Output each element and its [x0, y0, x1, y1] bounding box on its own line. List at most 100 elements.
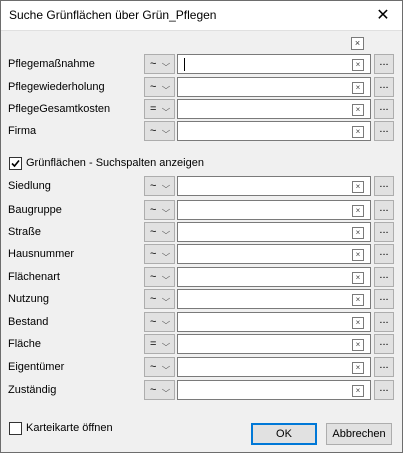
browse-button[interactable]: ...: [374, 200, 394, 220]
chevron-down-icon: ⌵: [161, 227, 171, 236]
value-input[interactable]: ×: [177, 121, 371, 141]
field-row-hausnummer: Hausnummer ~ ⌵ ×...: [1, 244, 402, 264]
value-input[interactable]: ×: [177, 267, 371, 287]
value-input[interactable]: ×: [177, 334, 371, 354]
field-row-eigentümer: Eigentümer ~ ⌵ ×...: [1, 357, 402, 377]
clear-field-icon[interactable]: ×: [352, 339, 364, 351]
operator-select[interactable]: ~ ⌵: [144, 77, 175, 97]
browse-button[interactable]: ...: [374, 334, 394, 354]
field-label: Bestand: [8, 316, 49, 328]
operator-select[interactable]: ~ ⌵: [144, 121, 175, 141]
value-input[interactable]: ×: [177, 99, 371, 119]
operator-select[interactable]: ~ ⌵: [144, 289, 175, 309]
browse-button[interactable]: ...: [374, 267, 394, 287]
operator-select[interactable]: ~ ⌵: [144, 357, 175, 377]
operator-value: ~: [150, 271, 157, 283]
ok-button[interactable]: OK: [251, 423, 317, 445]
browse-button[interactable]: ...: [374, 244, 394, 264]
text-caret: [184, 58, 185, 71]
browse-button[interactable]: ...: [374, 289, 394, 309]
chevron-down-icon: ⌵: [161, 294, 171, 303]
show-columns-label: Grünflächen - Suchspalten anzeigen: [26, 157, 204, 169]
field-label: Zuständig: [8, 384, 57, 396]
field-row-firma: Firma ~ ⌵ ×...: [1, 121, 402, 141]
field-label: Siedlung: [8, 180, 51, 192]
operator-value: =: [150, 338, 157, 350]
value-input[interactable]: ×: [177, 244, 371, 264]
clear-all-icon[interactable]: ×: [351, 37, 364, 50]
operator-select[interactable]: ~ ⌵: [144, 380, 175, 400]
value-input[interactable]: ×: [177, 222, 371, 242]
clear-field-icon[interactable]: ×: [352, 59, 364, 71]
clear-field-icon[interactable]: ×: [352, 205, 364, 217]
chevron-down-icon: ⌵: [161, 362, 171, 371]
operator-select[interactable]: ~ ⌵: [144, 267, 175, 287]
value-input[interactable]: ×: [177, 357, 371, 377]
browse-button[interactable]: ...: [374, 54, 394, 74]
clear-field-icon[interactable]: ×: [352, 249, 364, 261]
browse-button[interactable]: ...: [374, 380, 394, 400]
browse-button[interactable]: ...: [374, 312, 394, 332]
value-input[interactable]: ×: [177, 200, 371, 220]
operator-select[interactable]: ~ ⌵: [144, 200, 175, 220]
clear-field-icon[interactable]: ×: [352, 82, 364, 94]
operator-value: ~: [150, 204, 157, 216]
operator-value: ~: [150, 81, 157, 93]
field-label: PflegeGesamtkosten: [8, 103, 111, 115]
browse-button[interactable]: ...: [374, 357, 394, 377]
field-label: Flächenart: [8, 271, 60, 283]
operator-select[interactable]: ~ ⌵: [144, 54, 175, 74]
operator-value: ~: [150, 316, 157, 328]
field-label: Fläche: [8, 338, 42, 350]
value-input[interactable]: ×: [177, 289, 371, 309]
field-row-zuständig: Zuständig ~ ⌵ ×...: [1, 380, 402, 400]
clear-field-icon[interactable]: ×: [352, 385, 364, 397]
clear-field-icon[interactable]: ×: [352, 126, 364, 138]
dialog-body: × Pflegemaßnahme ~ ⌵ ×... Pflegewiederholung…: [1, 30, 402, 453]
cancel-button[interactable]: Abbrechen: [326, 423, 392, 445]
browse-button[interactable]: ...: [374, 77, 394, 97]
operator-value: ~: [150, 248, 157, 260]
browse-button[interactable]: ...: [374, 222, 394, 242]
value-input[interactable]: ×: [177, 54, 371, 74]
operator-value: =: [150, 103, 157, 115]
clear-field-icon[interactable]: ×: [352, 104, 364, 116]
value-input[interactable]: ×: [177, 380, 371, 400]
field-label: Nutzung: [8, 293, 49, 305]
operator-select[interactable]: ~ ⌵: [144, 176, 175, 196]
operator-select[interactable]: ~ ⌵: [144, 244, 175, 264]
index-card-label: Karteikarte öffnen: [26, 422, 113, 434]
clear-field-icon[interactable]: ×: [352, 294, 364, 306]
close-icon[interactable]: ✕: [363, 0, 403, 30]
operator-value: ~: [150, 58, 157, 70]
operator-select[interactable]: ~ ⌵: [144, 312, 175, 332]
value-input[interactable]: ×: [177, 176, 371, 196]
chevron-down-icon: ⌵: [161, 181, 171, 190]
operator-value: ~: [150, 384, 157, 396]
browse-button[interactable]: ...: [374, 99, 394, 119]
operator-select[interactable]: = ⌵: [144, 334, 175, 354]
field-label: Firma: [8, 125, 37, 137]
field-row-pflegegesamtkosten: PflegeGesamtkosten = ⌵ ×...: [1, 99, 402, 119]
clear-field-icon[interactable]: ×: [352, 181, 364, 193]
browse-button[interactable]: ...: [374, 176, 394, 196]
index-card-checkbox[interactable]: [9, 422, 22, 435]
operator-value: ~: [150, 226, 157, 238]
title-bar: Suche Grünflächen über Grün_Pflegen ✕: [0, 0, 403, 30]
field-row-baugruppe: Baugruppe ~ ⌵ ×...: [1, 200, 402, 220]
operator-select[interactable]: = ⌵: [144, 99, 175, 119]
browse-button[interactable]: ...: [374, 121, 394, 141]
operator-select[interactable]: ~ ⌵: [144, 222, 175, 242]
chevron-down-icon: ⌵: [161, 317, 171, 326]
operator-value: ~: [150, 293, 157, 305]
chevron-down-icon: ⌵: [161, 385, 171, 394]
clear-field-icon[interactable]: ×: [352, 362, 364, 374]
value-input[interactable]: ×: [177, 77, 371, 97]
clear-field-icon[interactable]: ×: [352, 317, 364, 329]
value-input[interactable]: ×: [177, 312, 371, 332]
show-columns-checkbox[interactable]: [9, 157, 22, 170]
operator-value: ~: [150, 180, 157, 192]
clear-field-icon[interactable]: ×: [352, 272, 364, 284]
chevron-down-icon: ⌵: [161, 339, 171, 348]
clear-field-icon[interactable]: ×: [352, 227, 364, 239]
